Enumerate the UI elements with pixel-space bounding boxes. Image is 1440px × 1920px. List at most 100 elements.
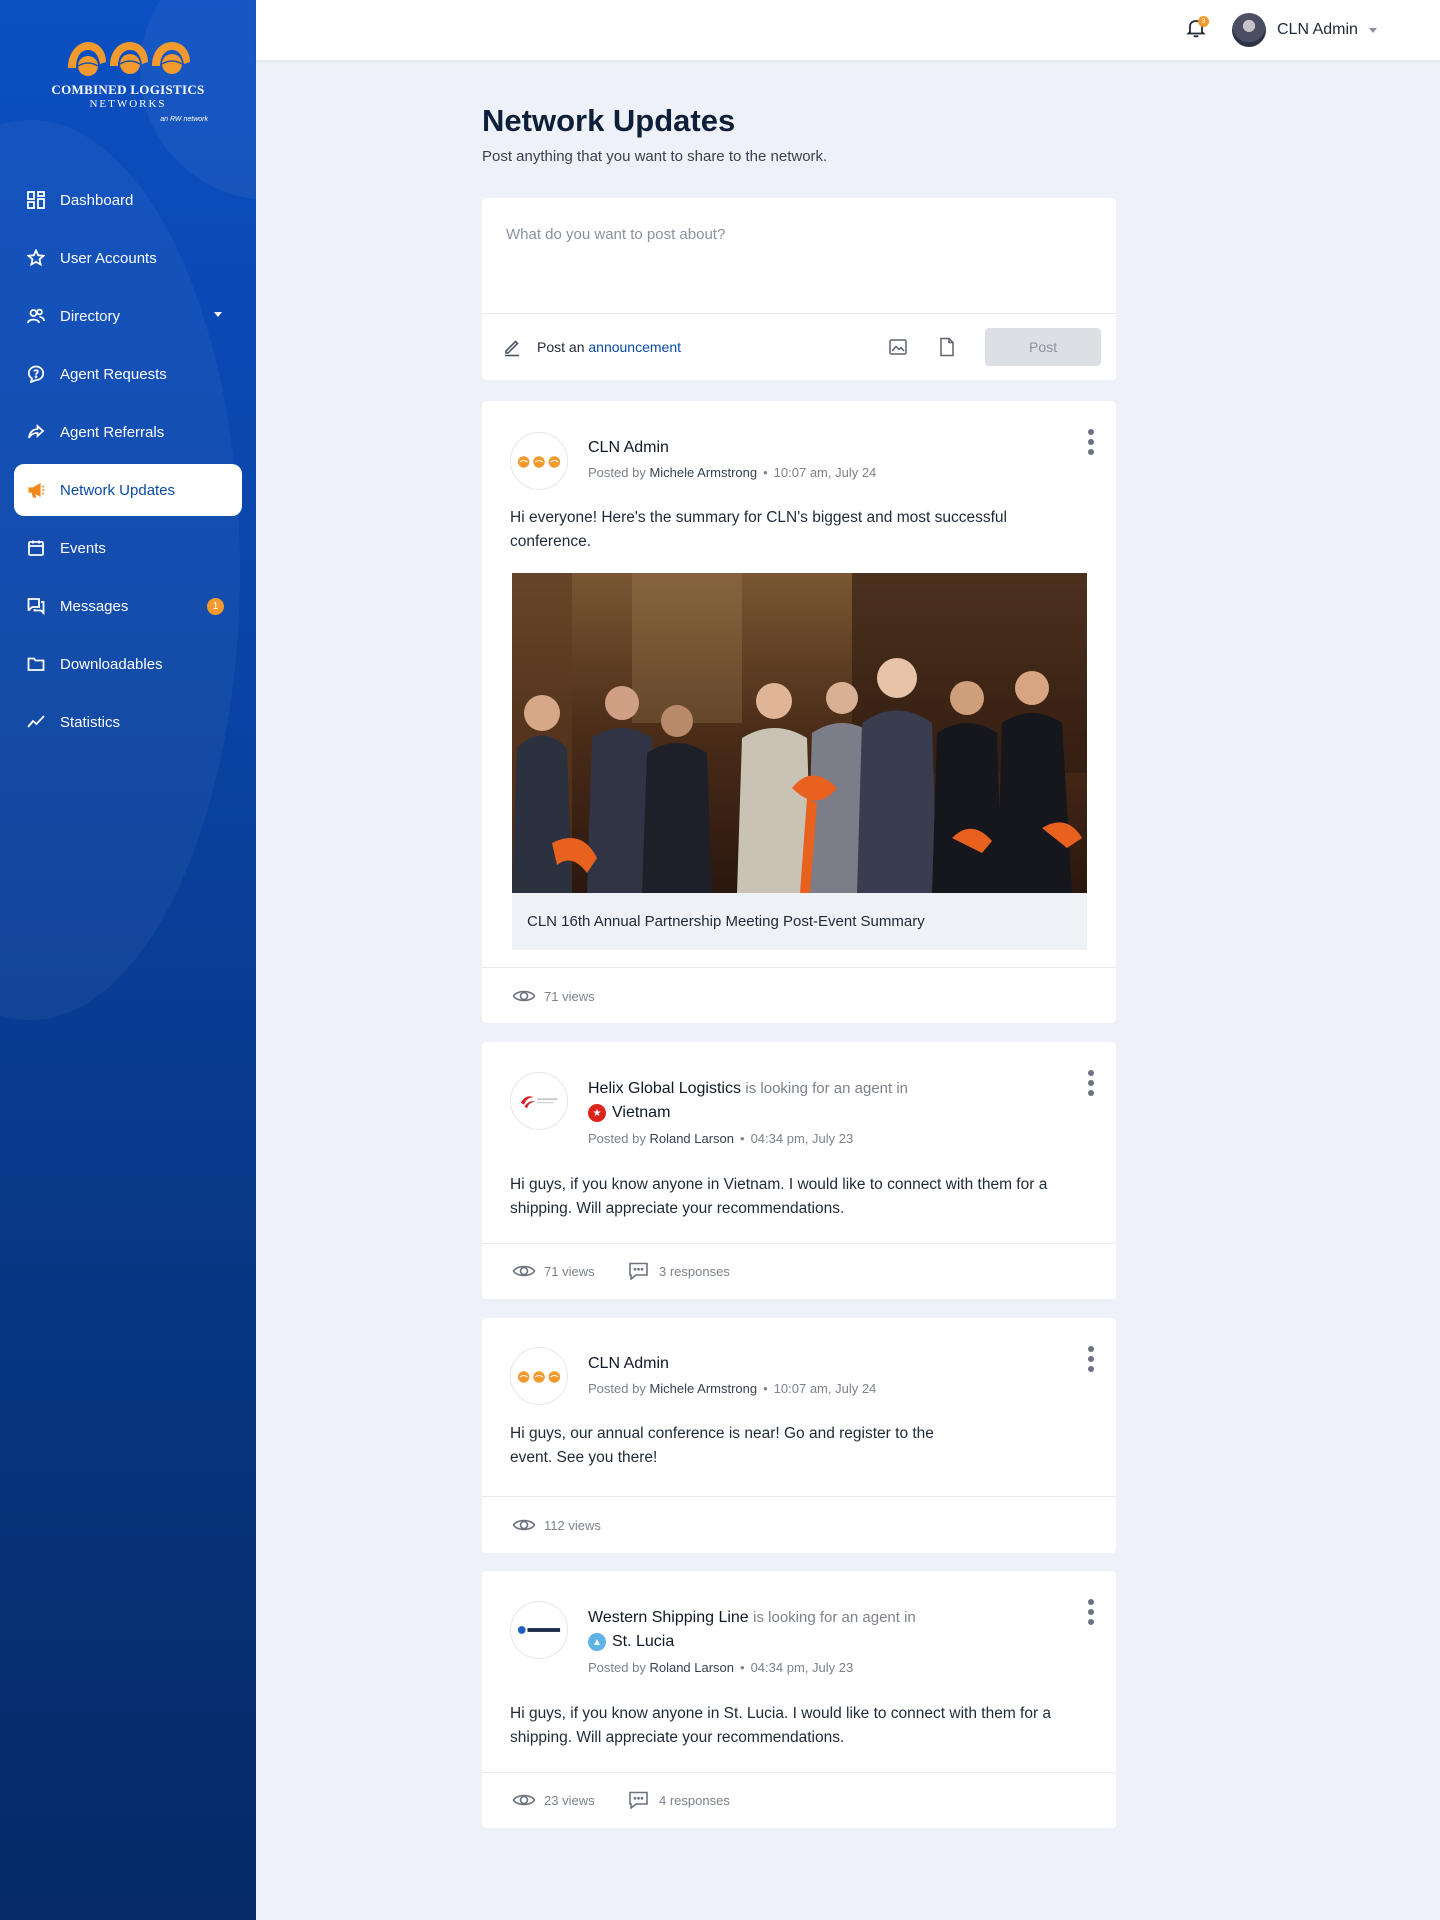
attachment-title[interactable]: CLN 16th Annual Partnership Meeting Post… xyxy=(527,913,925,930)
views-label: 23 views xyxy=(544,1792,595,1808)
responses-label[interactable]: 3 responses xyxy=(659,1264,730,1279)
sidebar-item-agent-requests[interactable]: Agent Requests xyxy=(14,348,242,400)
dashboard-icon xyxy=(26,190,46,210)
more-options-icon[interactable] xyxy=(1088,1070,1094,1096)
post-input[interactable]: What do you want to post about? xyxy=(506,226,725,243)
attach-image-icon[interactable] xyxy=(887,336,909,358)
post-author-line: Helix Global Logistics is looking for an… xyxy=(588,1080,908,1098)
post-card: CLN Admin Posted by Michele Armstrong • 10… xyxy=(482,401,1116,1023)
views-count: 71 views xyxy=(512,1262,595,1280)
post-meta: Posted by Michele Armstrong • 10:07 am, Ju… xyxy=(588,1381,877,1396)
sidebar-item-statistics[interactable]: Statistics xyxy=(14,696,242,748)
posted-by-label: Posted by xyxy=(588,1131,646,1146)
posted-by-name[interactable]: Michele Armstrong xyxy=(649,1381,757,1396)
pencil-icon xyxy=(502,337,522,357)
notification-count-badge: 3 xyxy=(1198,16,1209,27)
responses-count[interactable]: 3 responses xyxy=(627,1262,730,1280)
logo-heads-icon xyxy=(68,42,190,76)
sidebar-item-agent-referrals[interactable]: Agent Referrals xyxy=(14,406,242,458)
cln-logo[interactable] xyxy=(510,432,568,490)
sidebar-item-downloadables[interactable]: Downloadables xyxy=(14,638,242,690)
brand-logo[interactable]: COMBINED LOGISTICS NETWORKS an RW networ… xyxy=(48,38,208,130)
more-options-icon[interactable] xyxy=(1088,429,1094,455)
post-attachment-caption[interactable]: CLN 16th Annual Partnership Meeting Post… xyxy=(512,893,1087,950)
page-subtitle: Post anything that you want to share to … xyxy=(482,148,828,165)
posted-by-label: Posted by xyxy=(588,1381,646,1396)
western-shipping-logo[interactable] xyxy=(510,1601,568,1659)
more-options-icon[interactable] xyxy=(1088,1346,1094,1372)
sidebar-item-label: Agent Requests xyxy=(60,365,167,383)
sidebar-item-events[interactable]: Events xyxy=(14,522,242,574)
brand-line-2: NETWORKS xyxy=(89,98,167,110)
sidebar-item-label: Statistics xyxy=(60,713,121,731)
posted-by-name[interactable]: Michele Armstrong xyxy=(649,465,757,480)
divider xyxy=(482,1772,1116,1773)
chevron-down-icon[interactable] xyxy=(1369,28,1377,33)
sidebar-item-label: Downloadables xyxy=(60,655,163,673)
views-count: 23 views xyxy=(512,1791,595,1809)
posted-by-name[interactable]: Roland Larson xyxy=(649,1660,734,1675)
sidebar-item-label: Messages xyxy=(60,597,129,615)
post-author[interactable]: Western Shipping Line xyxy=(588,1609,749,1626)
country-name: St. Lucia xyxy=(612,1633,675,1650)
looking-for-agent-text: is looking for an agent in xyxy=(745,1080,909,1097)
post-composer: What do you want to post about? Post an … xyxy=(482,198,1116,380)
avatar[interactable] xyxy=(1232,13,1266,47)
post-body: Hi guys, our annual conference is near! … xyxy=(510,1425,934,1466)
post-author[interactable]: CLN Admin xyxy=(588,439,669,457)
post-button[interactable]: Post xyxy=(985,328,1101,366)
post-author-line: Western Shipping Line is looking for an … xyxy=(588,1609,916,1627)
post-photo[interactable] xyxy=(512,573,1087,893)
sidebar-item-dashboard[interactable]: Dashboard xyxy=(14,174,242,226)
announcement-toggle[interactable]: Post an announcement xyxy=(537,339,681,355)
post-body: Hi guys, if you know anyone in St. Lucia… xyxy=(510,1705,1052,1746)
sidebar-item-messages[interactable]: Messages 1 xyxy=(14,580,242,632)
megaphone-icon xyxy=(26,480,46,500)
post-country: ▲ St. Lucia xyxy=(588,1633,674,1651)
responses-label[interactable]: 4 responses xyxy=(659,1793,730,1808)
posted-by-name[interactable]: Roland Larson xyxy=(649,1131,734,1146)
sidebar-item-label: User Accounts xyxy=(60,249,157,267)
notification-bell-icon[interactable]: 3 xyxy=(1186,16,1210,42)
sidebar-item-label: Network Updates xyxy=(60,481,176,499)
folder-icon xyxy=(26,654,46,674)
sidebar-item-user-accounts[interactable]: User Accounts xyxy=(14,232,242,284)
sidebar-item-label: Dashboard xyxy=(60,191,134,209)
responses-count[interactable]: 4 responses xyxy=(627,1791,730,1809)
sidebar-item-directory[interactable]: Directory xyxy=(14,290,242,342)
country-name: Vietnam xyxy=(612,1104,671,1121)
calendar-icon xyxy=(26,538,46,558)
announcement-link[interactable]: announcement xyxy=(588,339,681,355)
chevron-down-icon[interactable] xyxy=(214,312,222,317)
eye-icon xyxy=(512,1794,536,1806)
post-meta: Posted by Roland Larson • 04:34 pm, July 2… xyxy=(588,1660,854,1675)
attach-file-icon[interactable] xyxy=(936,336,958,358)
post-time: 04:34 pm, July 23 xyxy=(750,1131,854,1146)
sidebar-item-label: Events xyxy=(60,539,106,557)
post-body: Hi guys, if you know anyone in Vietnam. … xyxy=(510,1176,1048,1217)
logo-heads-icon xyxy=(517,1371,561,1383)
eye-icon xyxy=(512,1519,536,1531)
looking-for-agent-text: is looking for an agent in xyxy=(753,1609,916,1626)
top-bar: 3 CLN Admin xyxy=(256,0,1440,60)
divider xyxy=(482,313,1116,314)
post-card: Western Shipping Line is looking for an … xyxy=(482,1571,1116,1828)
sidebar-item-network-updates[interactable]: Network Updates xyxy=(14,464,242,516)
question-circle-icon xyxy=(26,364,46,384)
helix-logo-icon xyxy=(520,1096,558,1109)
cln-logo[interactable] xyxy=(510,1347,568,1405)
posted-by-label: Posted by xyxy=(588,465,646,480)
user-name[interactable]: CLN Admin xyxy=(1277,21,1358,39)
helix-logo[interactable] xyxy=(510,1072,568,1130)
page-title: Network Updates xyxy=(482,103,736,138)
post-meta: Posted by Roland Larson • 04:34 pm, July 2… xyxy=(588,1131,854,1146)
views-count: 112 views xyxy=(512,1516,601,1534)
post-card: Helix Global Logistics is looking for an… xyxy=(482,1042,1116,1299)
posted-by-label: Posted by xyxy=(588,1660,646,1675)
chat-icon xyxy=(26,596,46,616)
brand-line-3: an RW network xyxy=(160,116,208,123)
more-options-icon[interactable] xyxy=(1088,1599,1094,1625)
post-author[interactable]: Helix Global Logistics xyxy=(588,1080,741,1097)
post-author[interactable]: CLN Admin xyxy=(588,1355,669,1373)
sidebar-item-label: Agent Referrals xyxy=(60,423,165,441)
